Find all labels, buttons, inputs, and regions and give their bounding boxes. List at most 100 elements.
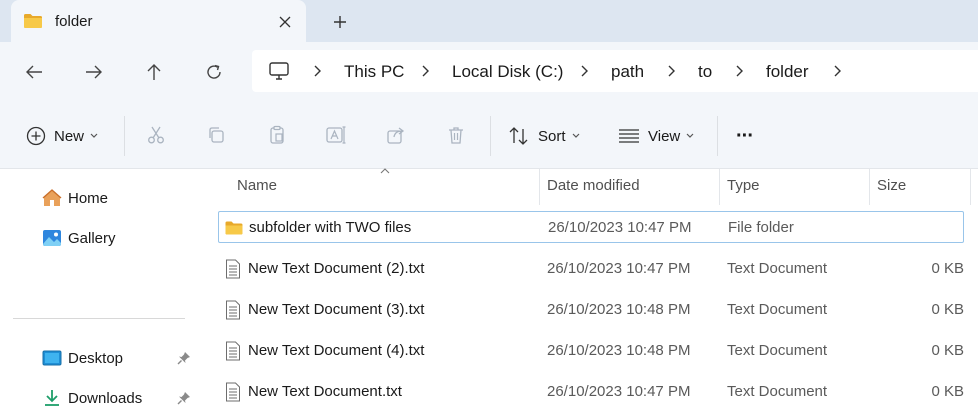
breadcrumb-to[interactable]: to [698,62,712,82]
forward-button[interactable] [80,58,108,86]
computer-icon [269,62,289,80]
chevron-down-icon [572,133,579,138]
file-size: 0 KB [931,383,964,400]
sidebar-item-desktop[interactable]: Desktop [42,346,123,370]
copy-icon [209,127,224,143]
close-icon [279,16,291,28]
tab-title: folder [55,13,93,30]
pin-icon[interactable] [177,391,191,405]
breadcrumb-path[interactable]: path [611,62,644,82]
chevron-right-icon[interactable] [734,63,746,79]
rename-button[interactable] [325,124,347,146]
chevron-down-icon [686,133,694,138]
column-header-date[interactable]: Date modified [547,177,640,194]
tab-strip: folder [0,0,978,44]
new-tab-button[interactable] [328,10,352,34]
share-icon [387,127,405,144]
sort-button[interactable]: Sort [508,122,580,150]
new-label: New [54,127,85,145]
column-header-size[interactable]: Size [877,177,906,194]
toolbar-divider [124,116,125,156]
trash-icon [449,127,463,144]
column-header-type[interactable]: Type [727,177,760,194]
downloads-icon [45,390,59,406]
sidebar-item-downloads[interactable]: Downloads [42,386,142,410]
arrow-up-icon [147,64,161,80]
column-resize-handle[interactable] [539,169,540,205]
plus-circle-icon [26,126,46,146]
chevron-right-icon[interactable] [666,63,678,79]
new-button[interactable]: New [26,122,98,150]
table-row[interactable]: New Text Document (4).txt 26/10/2023 10:… [218,335,964,367]
paste-button[interactable] [266,124,288,146]
file-name: New Text Document (4).txt [248,342,425,359]
folder-icon [225,221,243,235]
chevron-right-icon[interactable] [579,63,591,79]
more-icon: ··· [736,124,754,147]
file-size: 0 KB [931,342,964,359]
breadcrumb-this-pc[interactable]: This PC [344,62,404,82]
file-size: 0 KB [931,301,964,318]
plus-icon [334,16,346,28]
sort-icon [509,127,528,145]
folder-icon [24,14,42,28]
view-label: View [648,127,681,145]
chevron-right-icon [312,63,324,79]
clipboard-icon [270,125,284,144]
file-date: 26/10/2023 10:48 PM [547,342,691,359]
chevron-right-icon[interactable] [832,63,844,79]
column-resize-handle[interactable] [970,169,971,205]
up-button[interactable] [140,58,168,86]
close-tab-button[interactable] [273,10,297,34]
sort-label: Sort [538,127,566,145]
address-bar[interactable]: This PC Local Disk (C:) path to folder [252,50,978,92]
text-file-icon [226,382,240,402]
file-name: subfolder with TWO files [249,219,412,236]
rename-icon [326,126,346,144]
table-row[interactable]: New Text Document (2).txt 26/10/2023 10:… [218,253,964,285]
arrow-right-icon [86,65,102,79]
refresh-button[interactable] [200,58,228,86]
back-button[interactable] [20,58,48,86]
breadcrumb-folder[interactable]: folder [766,62,809,82]
column-resize-handle[interactable] [869,169,870,205]
sidebar-item-gallery[interactable]: Gallery [42,226,116,250]
table-row[interactable]: subfolder with TWO files 26/10/2023 10:4… [218,211,964,243]
toolbar-divider [490,116,491,156]
chevron-right-icon[interactable] [420,63,432,79]
home-icon [42,189,62,206]
column-resize-handle[interactable] [719,169,720,205]
breadcrumb-local-disk[interactable]: Local Disk (C:) [452,62,563,82]
gallery-icon [43,230,61,246]
table-row[interactable]: New Text Document.txt 26/10/2023 10:47 P… [218,376,964,408]
file-type: Text Document [727,383,828,400]
cut-button[interactable] [145,124,167,146]
delete-button[interactable] [445,124,467,146]
file-type: Text Document [727,342,828,359]
file-type: File folder [728,219,794,236]
sidebar-item-label: Home [68,189,109,207]
navigation-pane: Home Gallery Desktop Downloads [0,169,200,417]
sort-ascending-icon [380,168,390,174]
share-button[interactable] [385,124,407,146]
sidebar-item-label: Desktop [68,349,124,367]
arrow-left-icon [26,65,42,79]
file-type: Text Document [727,301,828,318]
view-button[interactable]: View [618,122,694,150]
sidebar-item-home[interactable]: Home [42,186,108,210]
list-view-icon [619,129,639,143]
chevron-down-icon [90,133,98,138]
more-options-button[interactable]: ··· [736,122,754,150]
column-header-name[interactable]: Name [237,177,277,194]
file-name: New Text Document (3).txt [248,301,425,318]
tab-folder[interactable]: folder [11,0,306,42]
table-row[interactable]: New Text Document (3).txt 26/10/2023 10:… [218,294,964,326]
file-date: 26/10/2023 10:47 PM [548,219,692,236]
sidebar-divider [13,318,185,319]
text-file-icon [226,300,240,320]
text-file-icon [226,259,240,279]
file-list: Name Date modified Type Size subfolder w… [200,168,978,417]
copy-button[interactable] [205,124,227,146]
refresh-icon [207,64,221,79]
pin-icon[interactable] [177,351,191,365]
